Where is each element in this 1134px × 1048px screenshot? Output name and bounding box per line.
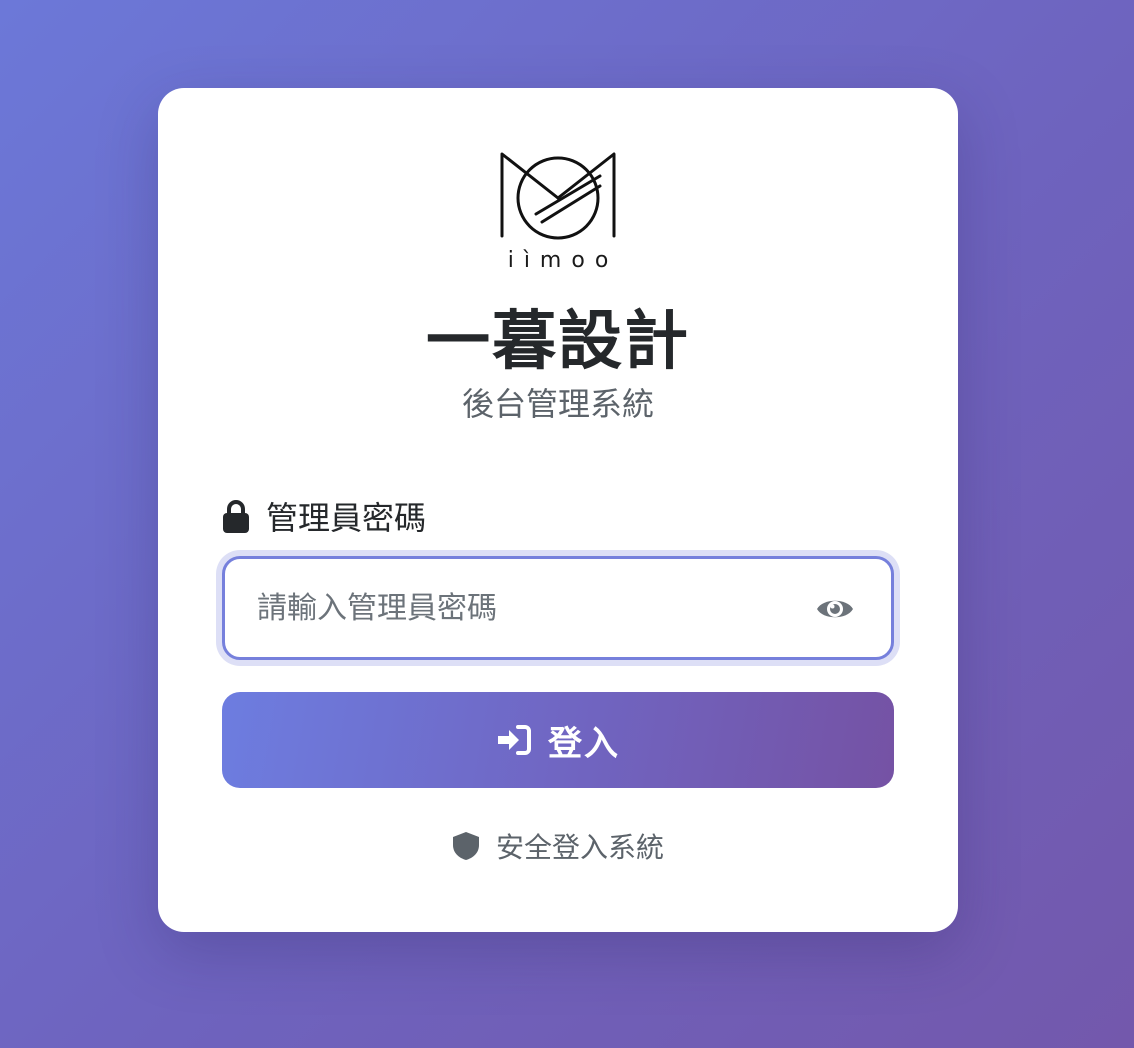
login-button[interactable]: 登入 [222,692,894,788]
login-card: iìmoo 一暮設計 後台管理系統 管理員密碼 登入 安全登入系統 [158,88,958,932]
sign-in-icon [498,725,531,755]
eye-icon[interactable] [815,589,855,629]
brand-logo: iìmoo [496,150,620,276]
password-input[interactable] [225,559,785,657]
password-label-text: 管理員密碼 [266,499,427,537]
brand-title: 一暮設計 [426,305,690,379]
brand-subtitle: 後台管理系統 [461,385,654,423]
brand-logo-text: iìmoo [507,248,619,273]
password-field [222,556,894,660]
lock-icon [223,500,249,533]
shield-icon [452,832,479,860]
password-label: 管理員密碼 [222,496,427,537]
login-button-label: 登入 [548,723,620,764]
secure-login-text: 安全登入系統 [495,831,664,864]
brand-logo-mark [500,152,616,240]
secure-login-note: 安全登入系統 [158,826,958,866]
